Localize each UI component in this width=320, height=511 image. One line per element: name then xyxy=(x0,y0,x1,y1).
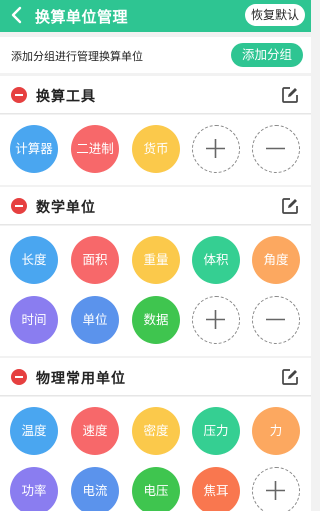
plus-icon xyxy=(266,481,285,500)
top-bar: 换算单位管理 恢复默认 xyxy=(0,0,311,32)
remove-section-icon[interactable] xyxy=(11,369,27,385)
unit-chip[interactable]: 长度 xyxy=(10,236,58,284)
hint-row: 添加分组进行管理换算单位 添加分组 xyxy=(0,37,311,73)
unit-chip[interactable]: 数据 xyxy=(132,296,180,344)
unit-chip[interactable]: 功率 xyxy=(10,467,58,511)
section-header: 换算工具 xyxy=(0,76,311,114)
add-unit-button[interactable] xyxy=(192,125,240,173)
minus-icon xyxy=(266,147,285,150)
unit-chip[interactable]: 角度 xyxy=(252,236,300,284)
unit-chip[interactable]: 电流 xyxy=(71,467,119,511)
section-body: 温度 速度 密度 压力 力 功率 电流 电压 焦耳 xyxy=(0,397,311,511)
remove-unit-button[interactable] xyxy=(252,296,300,344)
unit-chip[interactable]: 电压 xyxy=(132,467,180,511)
unit-chip[interactable]: 时间 xyxy=(10,296,58,344)
add-unit-button[interactable] xyxy=(192,296,240,344)
unit-chip[interactable]: 密度 xyxy=(132,407,180,455)
unit-chip[interactable]: 温度 xyxy=(10,407,58,455)
unit-chip[interactable]: 体积 xyxy=(192,236,240,284)
edit-icon[interactable] xyxy=(281,368,299,386)
unit-chip[interactable]: 速度 xyxy=(71,407,119,455)
unit-chip[interactable]: 面积 xyxy=(71,236,119,284)
section-header: 物理常用单位 xyxy=(0,358,311,396)
unit-chip[interactable]: 货币 xyxy=(132,125,180,173)
unit-chip[interactable]: 计算器 xyxy=(10,125,58,173)
unit-chip[interactable]: 单位 xyxy=(71,296,119,344)
edit-icon[interactable] xyxy=(281,86,299,104)
section-title: 数学单位 xyxy=(36,200,96,216)
unit-chip[interactable]: 二进制 xyxy=(71,125,119,173)
page-title: 换算单位管理 xyxy=(35,8,129,26)
reset-default-button[interactable]: 恢复默认 xyxy=(245,4,305,26)
section-body: 长度 面积 重量 体积 角度 时间 单位 数据 xyxy=(0,226,311,356)
plus-icon xyxy=(206,310,225,329)
plus-icon xyxy=(206,139,225,158)
chevron-left-icon[interactable] xyxy=(6,3,28,27)
section-body: 计算器 二进制 货币 xyxy=(0,115,311,185)
unit-chip[interactable]: 力 xyxy=(252,407,300,455)
section-title: 换算工具 xyxy=(36,89,96,105)
unit-chip[interactable]: 重量 xyxy=(132,236,180,284)
hint-text: 添加分组进行管理换算单位 xyxy=(11,50,143,63)
remove-section-icon[interactable] xyxy=(11,87,27,103)
minus-icon xyxy=(266,318,285,321)
section-header: 数学单位 xyxy=(0,187,311,225)
remove-unit-button[interactable] xyxy=(252,125,300,173)
edit-icon[interactable] xyxy=(281,197,299,215)
unit-chip[interactable]: 焦耳 xyxy=(192,467,240,511)
unit-chip[interactable]: 压力 xyxy=(192,407,240,455)
add-group-button[interactable]: 添加分组 xyxy=(231,43,303,67)
remove-section-icon[interactable] xyxy=(11,198,27,214)
add-unit-button[interactable] xyxy=(252,467,300,511)
section-title: 物理常用单位 xyxy=(36,371,126,387)
